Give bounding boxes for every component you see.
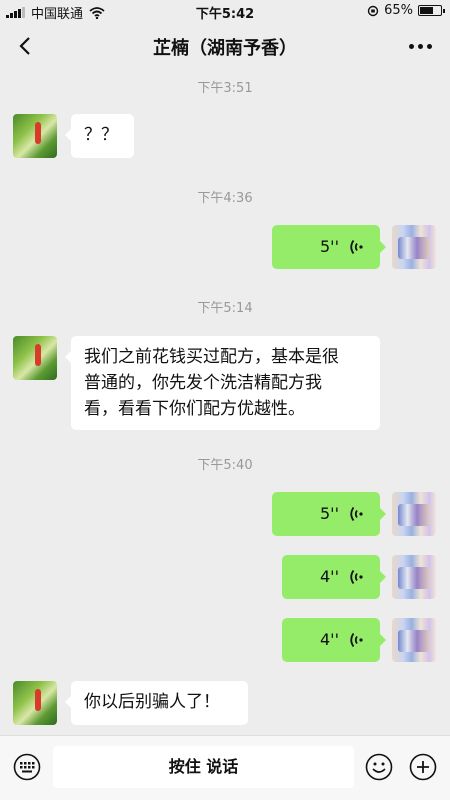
voice-message[interactable]: 4'' [282, 555, 386, 599]
message-timestamp: 下午4:36 [197, 191, 253, 206]
orientation-lock-icon [367, 5, 379, 16]
voice-duration: 5'' [320, 504, 339, 523]
voice-message[interactable]: 5'' [272, 492, 386, 536]
message-text-line: 普通的，你先发个洗洁精配方我 [84, 373, 322, 393]
voice-wave-icon [350, 569, 363, 585]
message-text: ？？ [84, 125, 118, 145]
voice-message[interactable]: 4'' [282, 618, 386, 662]
message-bubble[interactable]: 你以后别骗人了！ [65, 681, 248, 725]
hold-to-talk-button[interactable]: 按住 说话 [53, 746, 354, 788]
contact-avatar[interactable] [13, 114, 57, 158]
message-text-line: 看，看看下你们配方优越性。 [84, 399, 305, 419]
contact-avatar[interactable] [13, 336, 57, 380]
my-avatar[interactable] [392, 555, 436, 599]
more-icon[interactable] [409, 44, 432, 49]
voice-wave-icon [350, 239, 363, 255]
status-bar: 中国联通 下午5:42 65% [0, 0, 450, 22]
plus-icon[interactable] [409, 753, 437, 781]
message-timestamp: 下午5:14 [197, 301, 253, 316]
message-timestamp: 下午3:51 [197, 81, 253, 96]
status-right: 65% [367, 3, 445, 18]
voice-wave-icon [350, 632, 363, 648]
message-bubble[interactable]: 我们之前花钱买过配方，基本是很 普通的，你先发个洗洁精配方我 看，看看下你们配方… [65, 336, 380, 430]
contact-avatar[interactable] [13, 681, 57, 725]
message-text: 你以后别骗人了！ [84, 692, 220, 712]
emoji-icon[interactable] [365, 753, 393, 781]
keyboard-icon[interactable] [13, 753, 41, 781]
my-avatar[interactable] [392, 225, 436, 269]
message-text-line: 我们之前花钱买过配方，基本是很 [84, 347, 339, 367]
voice-wave-icon [350, 506, 363, 522]
input-bar: 按住 说话 [0, 735, 450, 800]
chat-title: 芷楠（湖南予香） [153, 38, 297, 59]
chat-area[interactable]: 下午3:51 ？？ 下午4:36 5'' 下午5:14 我们之前花钱买过配方，基… [0, 72, 450, 735]
battery-percent: 65% [384, 3, 413, 18]
message-timestamp: 下午5:40 [197, 458, 253, 473]
voice-duration: 4'' [320, 567, 339, 586]
battery-icon [418, 5, 445, 16]
voice-duration: 5'' [320, 237, 339, 256]
voice-duration: 4'' [320, 630, 339, 649]
message-bubble[interactable]: ？？ [65, 114, 134, 158]
voice-message[interactable]: 5'' [272, 225, 386, 269]
my-avatar[interactable] [392, 492, 436, 536]
my-avatar[interactable] [392, 618, 436, 662]
nav-bar: 芷楠（湖南予香） [0, 22, 450, 72]
